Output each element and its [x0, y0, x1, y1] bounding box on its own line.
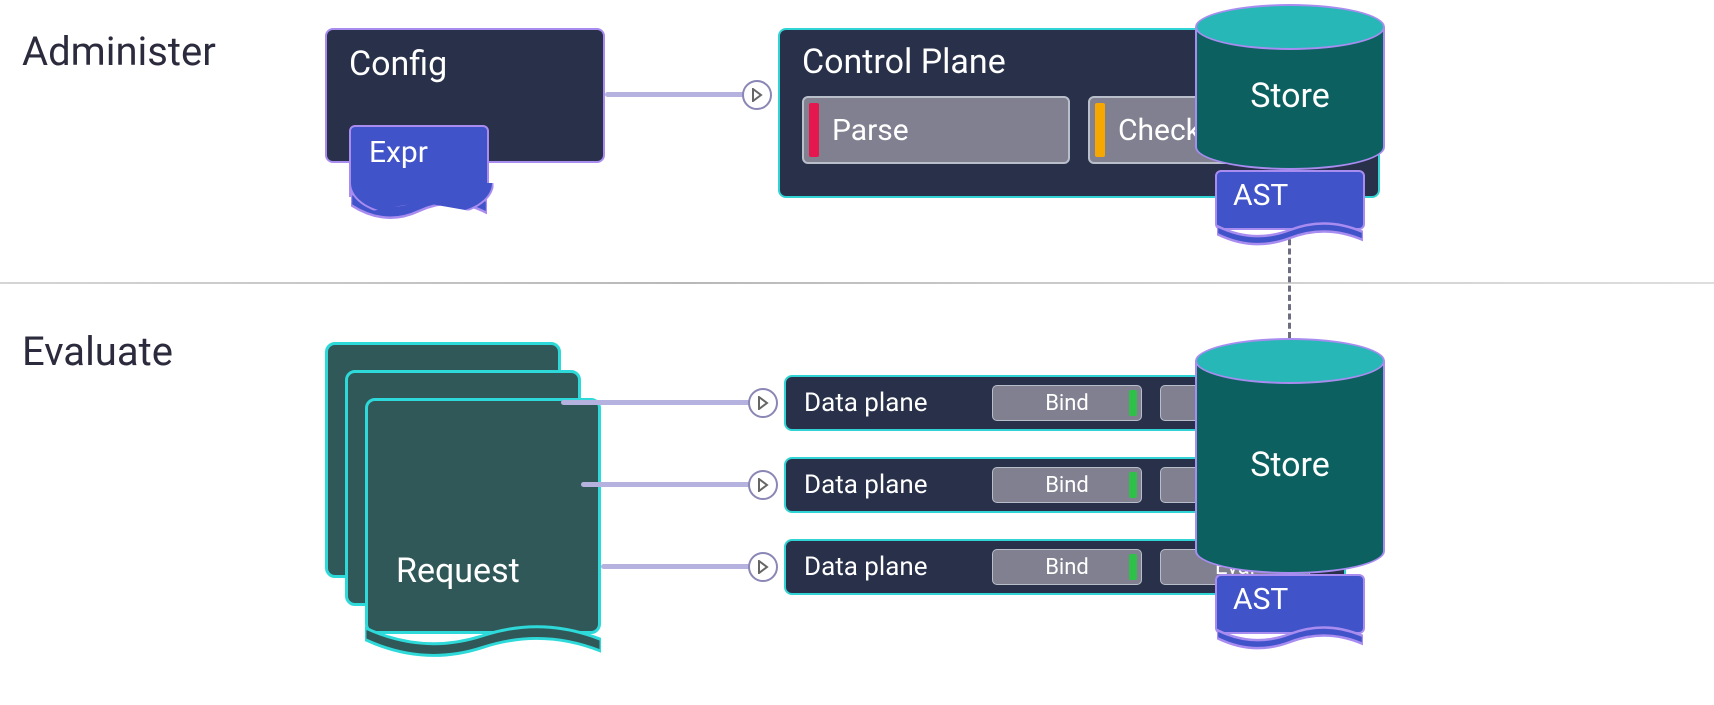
evaluate-label: Evaluate	[22, 328, 173, 375]
dotted-connector	[1288, 230, 1291, 338]
connector-config-control	[605, 92, 755, 97]
request-card-front: Request	[365, 398, 601, 634]
store-label-eval: Store	[1250, 445, 1330, 485]
dp-step-bind-2: Bind	[992, 549, 1142, 585]
dp-label-0: Data plane	[804, 388, 974, 418]
config-label: Config	[349, 44, 581, 84]
expr-tag: Expr	[349, 125, 489, 197]
arrow-icon	[742, 80, 772, 110]
ast-label-eval: AST	[1233, 582, 1288, 617]
dp-label-1: Data plane	[804, 470, 974, 500]
ast-tag-admin: AST	[1215, 170, 1365, 230]
expr-label: Expr	[369, 135, 428, 170]
check-mark	[1095, 103, 1105, 157]
request-label: Request	[396, 551, 520, 591]
connector-dp-2	[601, 564, 761, 569]
connector-dp-0	[561, 400, 761, 405]
ast-tag-eval: AST	[1215, 574, 1365, 634]
dp-step-bind-1: Bind	[992, 467, 1142, 503]
check-label: Check	[1118, 113, 1201, 148]
arrow-icon-dp1	[748, 470, 778, 500]
config-box: Config Expr	[325, 28, 605, 163]
dp-step-bind-0: Bind	[992, 385, 1142, 421]
dp-label-2: Data plane	[804, 552, 974, 582]
connector-dp-1	[581, 482, 761, 487]
store-administer: Store AST	[1195, 4, 1385, 170]
arrow-icon-dp0	[748, 388, 778, 418]
arrow-icon-dp2	[748, 552, 778, 582]
store-label-admin: Store	[1250, 76, 1330, 116]
parse-mark	[809, 103, 819, 157]
administer-label: Administer	[22, 28, 216, 75]
parse-label: Parse	[832, 113, 909, 148]
section-divider	[0, 282, 1714, 284]
store-evaluate: Store AST	[1195, 338, 1385, 574]
ast-label-admin: AST	[1233, 178, 1288, 213]
step-parse: Parse	[802, 96, 1070, 164]
